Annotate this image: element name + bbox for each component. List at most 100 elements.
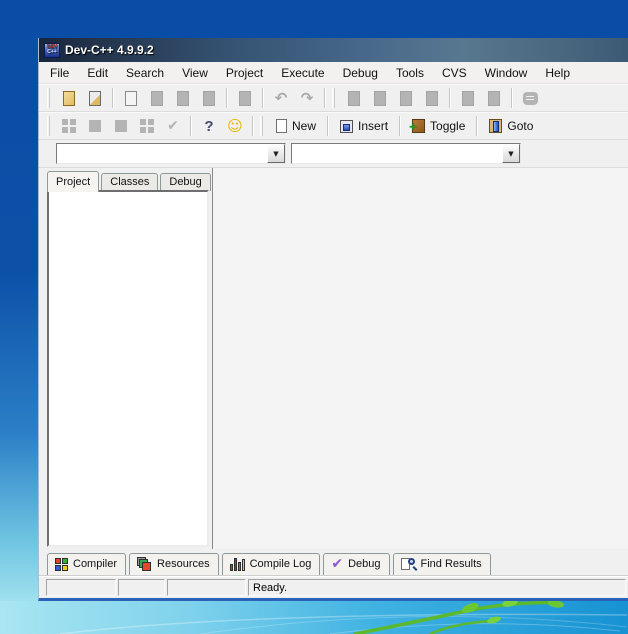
content-area: Project Classes Debug [39,168,628,549]
tab-resources-label: Resources [157,558,210,570]
save-icon [125,91,137,106]
compile-icon-disabled [348,91,360,106]
toolbar-combos: ▼ ▼ [39,140,628,168]
class-combo-value [292,144,502,163]
menu-bar: File Edit Search View Project Execute De… [39,62,628,84]
status-panel-2 [118,579,165,596]
tab-find-results[interactable]: Find Results [393,553,491,575]
tab-compiler-label: Compiler [73,558,117,570]
menu-execute[interactable]: Execute [272,63,333,83]
class-combo[interactable]: ▼ [291,143,521,164]
toolbar-grip[interactable] [332,88,335,108]
toolbar-project: ✔ ? ☺ New Insert + Toggle Goto [39,112,628,140]
open-project-icon-disabled [89,120,101,132]
menu-tools[interactable]: Tools [387,63,433,83]
tab-compile-log[interactable]: Compile Log [222,553,321,575]
compiler-combo[interactable]: ▼ [56,143,286,164]
compile-and-run-button [393,86,419,110]
tab-project[interactable]: Project [47,171,99,192]
goto-bookmark-icon [489,119,502,133]
undo-icon-disabled: ↶ [275,89,288,107]
profile-icon-disabled [523,92,538,105]
debug-button [455,86,481,110]
compile-button [341,86,367,110]
redo-button: ↷ [294,86,320,110]
chevron-down-icon: ▼ [273,150,278,158]
separator [190,116,192,136]
tab-resources[interactable]: Resources [129,553,219,575]
toolbar-main: ↶ ↷ [39,84,628,112]
status-panel-1 [46,579,116,596]
check-syntax-button: ✔ [160,114,186,138]
project-options-icon-disabled [140,119,154,133]
rebuild-button [419,86,445,110]
devcpp-window: DEV C++ Dev-C++ 4.9.9.2 File Edit Search… [38,38,628,601]
run-icon-disabled [374,91,386,106]
class-combo-dropdown-button[interactable]: ▼ [502,144,520,163]
title-bar[interactable]: DEV C++ Dev-C++ 4.9.9.2 [39,38,628,62]
save-project-icon-disabled [115,120,127,132]
project-tree[interactable] [47,190,209,547]
menu-search[interactable]: Search [117,63,173,83]
debug-icon-disabled [462,91,474,106]
toolbar-grip[interactable] [47,116,50,136]
run-button [367,86,393,110]
menu-edit[interactable]: Edit [78,63,117,83]
wallpaper-sprout-graphic [0,601,628,634]
save-as-button [144,86,170,110]
smiley-icon: ☺ [227,117,243,135]
help-icon: ? [204,118,213,135]
desktop-wallpaper [0,601,628,634]
menu-view[interactable]: View [173,63,217,83]
toggle-bookmark-icon: + [412,119,425,133]
toggle-button-label: Toggle [430,119,465,133]
tab-compile-log-label: Compile Log [250,558,312,570]
editor-area [212,168,628,549]
print-button [232,86,258,110]
separator [112,88,114,108]
open-file-button[interactable] [82,86,108,110]
tab-classes[interactable]: Classes [101,173,158,191]
insert-button[interactable]: Insert [333,114,395,138]
toolbar-grip[interactable] [260,116,263,136]
undo-button: ↶ [268,86,294,110]
project-options-button [134,114,160,138]
menu-file[interactable]: File [41,63,78,83]
menu-window[interactable]: Window [476,63,537,83]
save-button[interactable] [118,86,144,110]
tab-debug-label: Debug [348,558,380,570]
menu-help[interactable]: Help [536,63,579,83]
separator [262,88,264,108]
compiler-combo-dropdown-button[interactable]: ▼ [267,144,285,163]
compile-and-run-icon-disabled [400,91,412,106]
menu-project[interactable]: Project [217,63,272,83]
toolbar-grip[interactable] [47,88,50,108]
status-message: Ready. [248,579,626,596]
about-button[interactable]: ☺ [222,114,248,138]
menu-debug[interactable]: Debug [334,63,387,83]
separator [324,88,326,108]
separator [252,116,254,136]
tab-compiler[interactable]: Compiler [47,553,126,575]
tab-find-results-label: Find Results [421,558,482,570]
toggle-button[interactable]: + Toggle [405,114,472,138]
status-panel-3 [167,579,246,596]
report-tabs: Compiler Resources Compile Log ✔ Debug F… [39,549,628,576]
tab-debug[interactable]: Debug [160,173,210,191]
separator [226,88,228,108]
tab-debug-report[interactable]: ✔ Debug [323,553,389,575]
separator [399,116,401,136]
save-all-button [170,86,196,110]
new-button[interactable]: New [269,114,323,138]
new-file-button[interactable] [56,86,82,110]
menu-cvs[interactable]: CVS [433,63,476,83]
resources-icon [137,557,152,572]
goto-button-label: Goto [507,119,533,133]
help-button[interactable]: ? [196,114,222,138]
new-file-icon [63,91,75,106]
insert-icon [340,120,353,133]
stop-execution-button [481,86,507,110]
goto-button[interactable]: Goto [482,114,540,138]
close-button [196,86,222,110]
left-panel-tabs: Project Classes Debug [47,168,209,191]
